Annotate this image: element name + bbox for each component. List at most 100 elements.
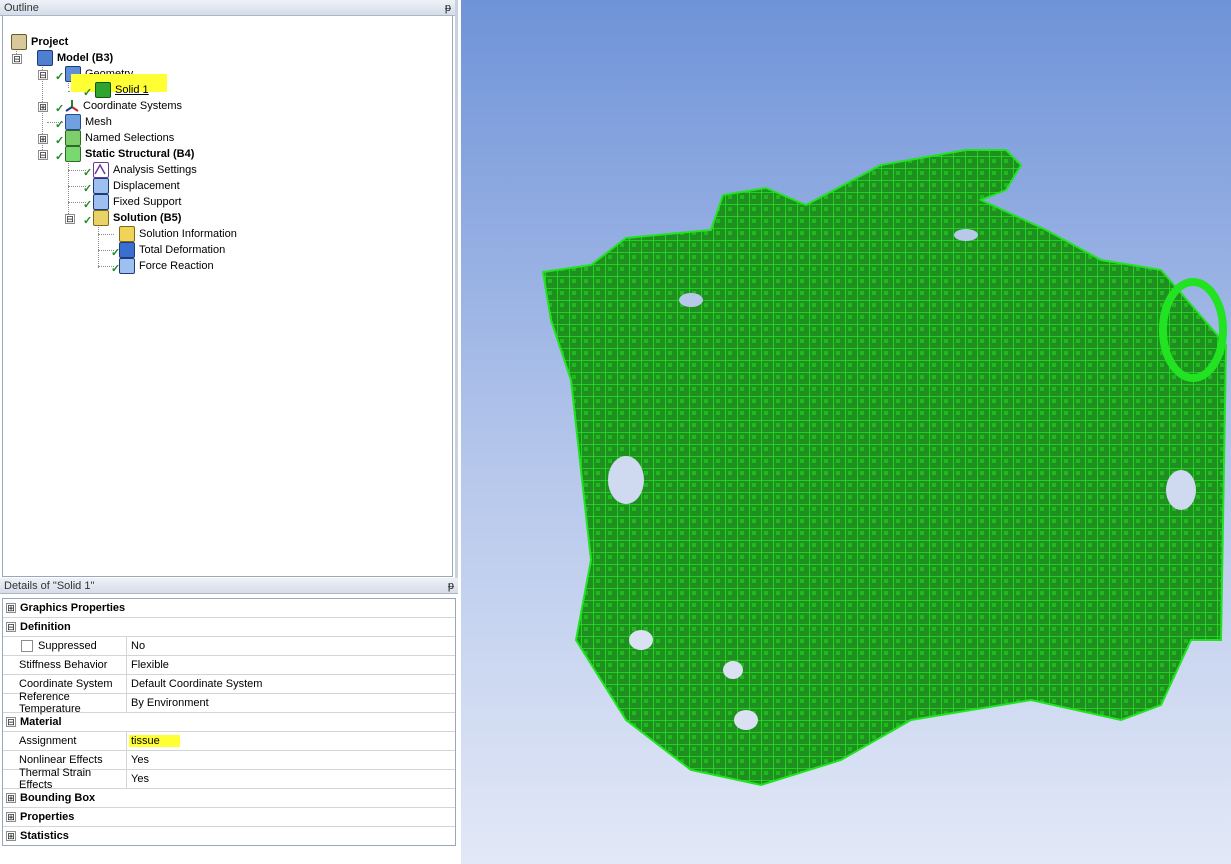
details-title: Details of "Solid 1" [4,579,95,592]
check-icon: ✓ [83,167,93,179]
group-label: Graphics Properties [20,602,126,614]
tree-item-label: Analysis Settings [113,164,197,176]
mesh-icon [65,114,81,130]
tree-item-label: Solid 1 [115,84,149,96]
detail-key: Suppressed [3,637,127,655]
group-graphics-properties[interactable]: ⊞ Graphics Properties [3,599,455,618]
group-statistics[interactable]: ⊞ Statistics [3,827,455,845]
detail-key: Stiffness Behavior [3,656,127,674]
tree-item-solution-information[interactable]: Solution Information [119,226,237,242]
detail-row-suppressed[interactable]: Suppressed No [3,637,455,656]
coordinate-axes-icon [65,99,79,113]
collapse-icon[interactable]: ⊟ [6,717,16,727]
group-label: Definition [20,621,71,633]
fixed-support-icon [93,194,109,210]
graphics-viewport[interactable] [461,0,1231,864]
static-structural-icon [65,146,81,162]
tree-item-label: Model (B3) [57,52,114,64]
pin-icon[interactable]: ᵽ [445,2,451,14]
tree-item-mesh[interactable]: Mesh [65,114,112,130]
analysis-settings-icon [93,162,109,178]
outline-title: Outline [4,1,39,14]
pin-icon[interactable]: ᵽ [448,580,454,592]
expand-icon[interactable]: ⊞ [6,603,16,613]
detail-row-assignment[interactable]: Assignment tissue [3,732,455,751]
tree-item-static-structural[interactable]: Static Structural (B4) [65,146,194,162]
tree-item-label: Solution (B5) [113,212,182,224]
collapse-icon[interactable]: ⊟ [38,150,48,160]
collapse-icon[interactable]: ⊟ [12,54,22,64]
group-label: Bounding Box [20,792,96,804]
detail-value[interactable]: Yes [127,754,149,766]
collapse-icon[interactable]: ⊟ [65,214,75,224]
group-definition[interactable]: ⊟ Definition [3,618,455,637]
detail-value[interactable]: Default Coordinate System [127,678,262,690]
check-icon: ✓ [55,71,65,83]
tree-item-named-selections[interactable]: Named Selections [65,130,174,146]
model-icon [37,50,53,66]
tree-item-label: Displacement [113,180,180,192]
tree-item-label: Total Deformation [139,244,226,256]
group-label: Properties [20,811,75,823]
solution-icon [93,210,109,226]
tree-item-label: Project [31,36,69,48]
check-icon: ✓ [55,151,65,163]
left-pane: Outline ᵽ Project ⊟ Model (B3) ⊟ ✓ ✓ Sol… [0,0,458,864]
expand-icon[interactable]: ⊞ [6,831,16,841]
expand-icon[interactable]: ⊞ [38,102,48,112]
check-icon: ✓ [83,183,93,195]
details-panel: Details of "Solid 1" ᵽ ⊞ Graphics Proper… [0,578,458,864]
tree-item-displacement[interactable]: Displacement [93,178,180,194]
check-icon: ✓ [83,199,93,211]
detail-row-stiffness-behavior[interactable]: Stiffness Behavior Flexible [3,656,455,675]
tree-item-coordinate-systems[interactable]: Coordinate Systems [65,98,182,114]
suppressed-checkbox[interactable] [21,640,33,652]
group-bounding-box[interactable]: ⊞ Bounding Box [3,789,455,808]
voxel-model[interactable] [461,0,1231,864]
detail-value[interactable]: Flexible [127,659,169,671]
total-deformation-icon [119,242,135,258]
tree-item-label: Coordinate Systems [83,100,183,112]
detail-row-thermal-strain-effects[interactable]: Thermal Strain Effects Yes [3,767,455,791]
detail-value[interactable]: Yes [127,773,149,785]
outline-tree: Project ⊟ Model (B3) ⊟ ✓ Geometry ✓ Soli… [2,16,453,577]
tree-item-label: Solution Information [139,228,237,240]
group-material[interactable]: ⊟ Material [3,713,455,732]
check-icon: ✓ [55,119,65,131]
outline-header: Outline ᵽ [0,0,455,16]
tree-item-project[interactable]: Project [11,34,68,50]
tree-item-label: Named Selections [85,132,175,144]
details-header: Details of "Solid 1" ᵽ [0,578,458,594]
check-icon: ✓ [83,215,93,227]
force-reaction-icon [119,258,135,274]
tree-item-fixed-support[interactable]: Fixed Support [93,194,181,210]
tree-item-label: Fixed Support [113,196,182,208]
detail-key: Reference Temperature [3,691,127,715]
named-selections-icon [65,130,81,146]
detail-value[interactable]: tissue [129,735,180,747]
tree-item-total-deformation[interactable]: Total Deformation [119,242,225,258]
detail-key: Thermal Strain Effects [3,767,127,791]
group-label: Statistics [20,830,69,842]
check-icon: ✓ [55,103,65,115]
detail-row-reference-temperature[interactable]: Reference Temperature By Environment [3,691,455,715]
tree-item-analysis-settings[interactable]: Analysis Settings [93,162,197,178]
detail-value[interactable]: By Environment [127,697,209,709]
expand-icon[interactable]: ⊞ [6,793,16,803]
tree-item-force-reaction[interactable]: Force Reaction [119,258,214,274]
tree-item-label: Static Structural (B4) [85,148,195,160]
outline-panel: Outline ᵽ Project ⊟ Model (B3) ⊟ ✓ ✓ Sol… [0,0,458,578]
expand-icon[interactable]: ⊞ [6,812,16,822]
tree-item-solution[interactable]: Solution (B5) [93,210,181,226]
details-table: ⊞ Graphics Properties ⊟ Definition Suppr… [2,598,456,846]
tree-item-model[interactable]: Model (B3) [37,50,113,66]
group-properties[interactable]: ⊞ Properties [3,808,455,827]
expand-icon[interactable]: ⊞ [38,134,48,144]
collapse-icon[interactable]: ⊟ [6,622,16,632]
tree-item-solid-1[interactable]: Solid 1 [95,82,149,98]
solution-information-icon [119,226,135,242]
detail-value[interactable]: No [127,640,145,652]
solid-body-icon [95,82,111,98]
collapse-icon[interactable]: ⊟ [38,70,48,80]
project-icon [11,34,27,50]
